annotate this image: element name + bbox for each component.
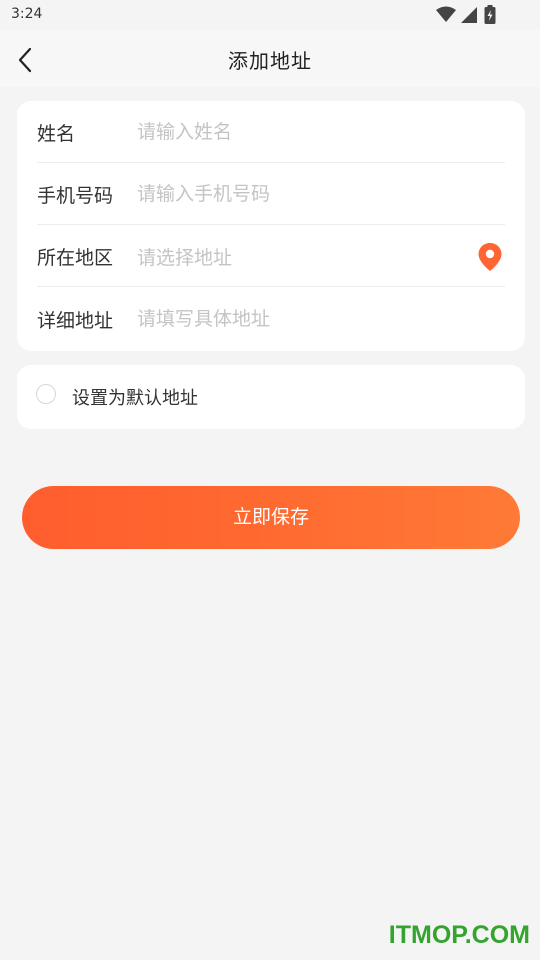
default-address-label: 设置为默认地址 [72, 388, 198, 409]
detail-address-row: 详细地址 [37, 288, 505, 350]
phone-label: 手机号码 [37, 185, 114, 207]
region-label: 所在地区 [37, 247, 114, 269]
nav-bar: 添加地址 [0, 30, 540, 87]
default-address-card[interactable]: 设置为默认地址 [17, 365, 525, 429]
status-bar: 3:24 [0, 0, 540, 30]
status-icons [436, 5, 506, 24]
detail-address-input[interactable] [137, 302, 457, 336]
name-input[interactable] [137, 115, 457, 149]
phone-row: 手机号码 [37, 163, 505, 225]
detail-address-label: 详细地址 [37, 310, 114, 332]
signal-icon [461, 7, 477, 23]
region-row[interactable]: 所在地区 请选择地址 [37, 225, 505, 287]
region-select[interactable]: 请选择地址 [137, 243, 457, 270]
page-title: 添加地址 [228, 49, 312, 73]
status-time: 3:24 [11, 6, 43, 22]
name-label: 姓名 [37, 123, 76, 145]
default-address-radio[interactable] [36, 384, 56, 404]
watermark-logo: ITMOP.COM [388, 921, 530, 949]
location-pin-icon[interactable] [477, 242, 503, 272]
battery-icon [484, 5, 496, 24]
address-form-card: 姓名 手机号码 所在地区 请选择地址 详细地址 [17, 101, 525, 351]
save-button[interactable]: 立即保存 [22, 486, 520, 549]
wifi-icon [436, 6, 456, 22]
name-row: 姓名 [37, 101, 505, 163]
phone-input[interactable] [137, 177, 457, 211]
